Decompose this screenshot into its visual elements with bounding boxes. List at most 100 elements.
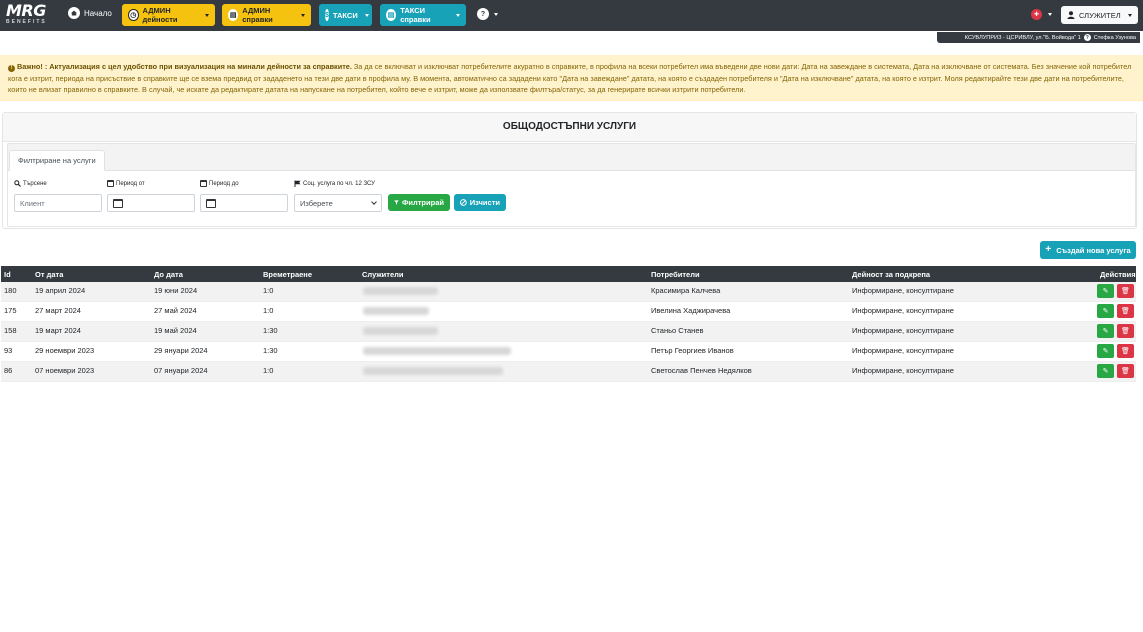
cell-from-date: 07 ноември 2023 xyxy=(35,366,95,375)
period-to-input[interactable] xyxy=(200,194,288,212)
table-row: 93 29 ноември 2023 29 януари 2024 1:30 П… xyxy=(1,342,1136,362)
home-icon xyxy=(68,7,80,19)
cell-employees-redacted xyxy=(363,367,503,375)
delete-button[interactable]: 🗑 xyxy=(1117,344,1134,358)
important-alert: ! Важно! : Актуализация с цел удобство пр… xyxy=(0,55,1143,101)
period-from-input[interactable] xyxy=(107,194,195,212)
plus-icon: + xyxy=(1045,244,1052,255)
trash-icon: 🗑 xyxy=(1121,308,1130,315)
social-service-select[interactable]: Изберете xyxy=(294,194,382,212)
menu-admin-activities[interactable]: ◷ АДМИН дейности xyxy=(122,4,215,26)
pencil-icon: ✎ xyxy=(1102,288,1109,295)
cell-duration: 1:30 xyxy=(263,346,278,355)
cell-id: 93 xyxy=(4,346,13,355)
notifications-menu[interactable]: ✚ xyxy=(1031,9,1052,20)
cell-activity: Информиране, консултиране xyxy=(852,286,954,295)
cell-employees-redacted xyxy=(363,347,511,355)
period-from-label: Период от xyxy=(116,180,145,187)
nav-home-link[interactable]: Начало xyxy=(68,7,112,19)
col-id[interactable]: Id xyxy=(4,270,11,279)
cell-client: Петър Георгиев Иванов xyxy=(651,346,734,355)
col-to-date[interactable]: До дата xyxy=(154,270,183,279)
cell-to-date: 07 януари 2024 xyxy=(154,366,208,375)
table-row: 180 19 април 2024 19 юни 2024 1:0 Красим… xyxy=(1,282,1136,302)
delete-button[interactable]: 🗑 xyxy=(1117,284,1134,298)
services-table: Id От дата До дата Времетраене Служители… xyxy=(1,266,1136,382)
help-menu[interactable]: ? xyxy=(477,8,498,20)
user-menu-label: СЛУЖИТЕЛ xyxy=(1079,10,1121,20)
cell-client: Красимира Калчева xyxy=(651,286,721,295)
dollar-icon: $ xyxy=(325,9,329,21)
document-icon: ▤ xyxy=(386,9,397,21)
cell-duration: 1:0 xyxy=(263,286,274,295)
col-activity[interactable]: Дейност за подкрепа xyxy=(852,270,930,279)
filter-button-label: Филтрирай xyxy=(401,198,444,207)
chevron-down-icon xyxy=(371,199,377,205)
cell-from-date: 29 ноември 2023 xyxy=(35,346,95,355)
logo[interactable]: MRG BENEFITS xyxy=(6,3,56,27)
menu-admin-reports-label: АДМИН справки xyxy=(242,6,273,24)
cell-from-date: 27 март 2024 xyxy=(35,306,81,315)
calendar-icon xyxy=(200,180,207,187)
pencil-icon: ✎ xyxy=(1102,308,1109,315)
cell-to-date: 27 май 2024 xyxy=(154,306,197,315)
table-row: 175 27 март 2024 27 май 2024 1:0 Ивелина… xyxy=(1,302,1136,322)
edit-button[interactable]: ✎ xyxy=(1097,304,1114,318)
period-to-label: Период до xyxy=(209,180,239,187)
pencil-icon: ✎ xyxy=(1102,348,1109,355)
calendar-icon xyxy=(206,198,216,208)
cell-to-date: 19 юни 2024 xyxy=(154,286,198,295)
edit-button[interactable]: ✎ xyxy=(1097,364,1114,378)
menu-admin-reports[interactable]: ▤ АДМИН справки xyxy=(222,4,311,26)
cell-duration: 1:0 xyxy=(263,366,274,375)
cell-employees-redacted xyxy=(363,307,429,315)
clear-button[interactable]: Изчисти xyxy=(454,194,506,211)
menu-admin-activities-label: АДМИН дейности xyxy=(142,6,178,24)
cell-from-date: 19 април 2024 xyxy=(35,286,86,295)
pencil-icon: ✎ xyxy=(1102,328,1109,335)
clear-icon xyxy=(460,199,467,206)
col-duration[interactable]: Времетраене xyxy=(263,270,312,279)
help-icon: ? xyxy=(477,8,489,20)
delete-button[interactable]: 🗑 xyxy=(1117,324,1134,338)
search-label: Търсене xyxy=(23,180,47,187)
create-service-label: Създай нова услуга xyxy=(1056,245,1131,255)
col-clients[interactable]: Потребители xyxy=(651,270,700,279)
edit-button[interactable]: ✎ xyxy=(1097,344,1114,358)
delete-button[interactable]: 🗑 xyxy=(1117,364,1134,378)
search-label-wrap: Търсене xyxy=(14,180,47,187)
social-service-select-value: Изберете xyxy=(300,198,333,208)
flag-icon xyxy=(294,180,301,187)
cell-duration: 1:30 xyxy=(263,326,278,335)
col-from-date[interactable]: От дата xyxy=(35,270,63,279)
search-icon xyxy=(14,180,21,187)
edit-button[interactable]: ✎ xyxy=(1097,284,1114,298)
logo-subtext: BENEFITS xyxy=(6,19,47,25)
filter-button[interactable]: Филтрирай xyxy=(388,194,450,211)
nav-home-label: Начало xyxy=(84,8,112,18)
user-menu-button[interactable]: СЛУЖИТЕЛ xyxy=(1061,6,1138,24)
period-from-label-wrap: Период от xyxy=(107,180,145,187)
clock-icon: ◷ xyxy=(128,9,139,21)
cell-to-date: 29 януари 2024 xyxy=(154,346,208,355)
delete-button[interactable]: 🗑 xyxy=(1117,304,1134,318)
alert-title: Важно! : Актуализация с цел удобство при… xyxy=(17,62,352,71)
menu-taxes[interactable]: $ ТАКСИ xyxy=(319,4,372,26)
edit-button[interactable]: ✎ xyxy=(1097,324,1114,338)
logo-text: MRG xyxy=(6,1,46,20)
col-employees[interactable]: Служители xyxy=(362,270,404,279)
menu-tax-reports[interactable]: ▤ ТАКСИ справки xyxy=(380,4,466,26)
cell-client: Ивелина Хаджирачева xyxy=(651,306,731,315)
chevron-down-icon xyxy=(364,13,369,17)
menu-taxes-label: ТАКСИ xyxy=(332,10,358,20)
tab-filter-services[interactable]: Филтриране на услуги xyxy=(9,150,105,171)
social-service-label: Соц. услуга по чл. 12 ЗСУ xyxy=(303,180,375,187)
social-service-label-wrap: Соц. услуга по чл. 12 ЗСУ xyxy=(294,180,375,187)
cell-client: Станьо Станев xyxy=(651,326,704,335)
table-row: 86 07 ноември 2023 07 януари 2024 1:0 Св… xyxy=(1,362,1136,382)
create-service-button[interactable]: + Създай нова услуга xyxy=(1040,241,1136,259)
client-search-input[interactable]: Клиент xyxy=(14,194,102,212)
question-icon[interactable]: ? xyxy=(1083,34,1091,41)
chevron-down-icon xyxy=(301,13,305,17)
cell-activity: Информиране, консултиране xyxy=(852,366,954,375)
